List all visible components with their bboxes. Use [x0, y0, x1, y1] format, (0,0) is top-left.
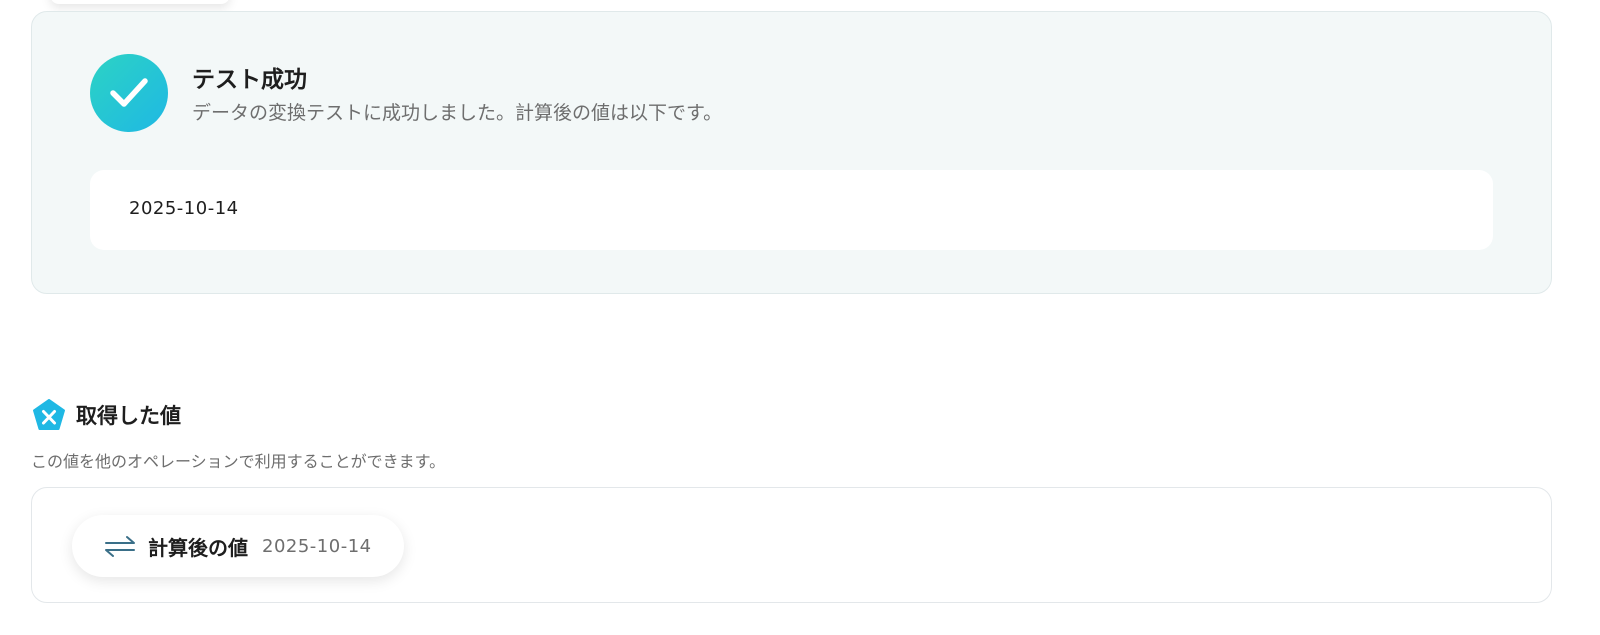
variable-x-icon [32, 398, 66, 432]
value-chip-calculated[interactable]: 計算後の値 2025-10-14 [72, 515, 404, 577]
result-value: 2025-10-14 [129, 198, 239, 219]
success-description: データの変換テストに成功しました。計算後の値は以下です。 [192, 102, 723, 124]
value-chip-value: 2025-10-14 [262, 535, 372, 557]
obtained-values-panel: 計算後の値 2025-10-14 [31, 487, 1552, 603]
top-card-edge [50, 0, 230, 4]
result-value-box: 2025-10-14 [90, 170, 1493, 250]
convert-arrows-icon [105, 536, 135, 557]
value-chip-label: 計算後の値 [148, 535, 248, 560]
obtained-values-description: この値を他のオペレーションで利用することができます。 [31, 452, 446, 471]
check-icon [90, 54, 168, 132]
success-title: テスト成功 [192, 67, 307, 93]
test-success-panel: テスト成功 データの変換テストに成功しました。計算後の値は以下です。 2025-… [31, 11, 1552, 294]
obtained-values-title: 取得した値 [76, 404, 181, 428]
